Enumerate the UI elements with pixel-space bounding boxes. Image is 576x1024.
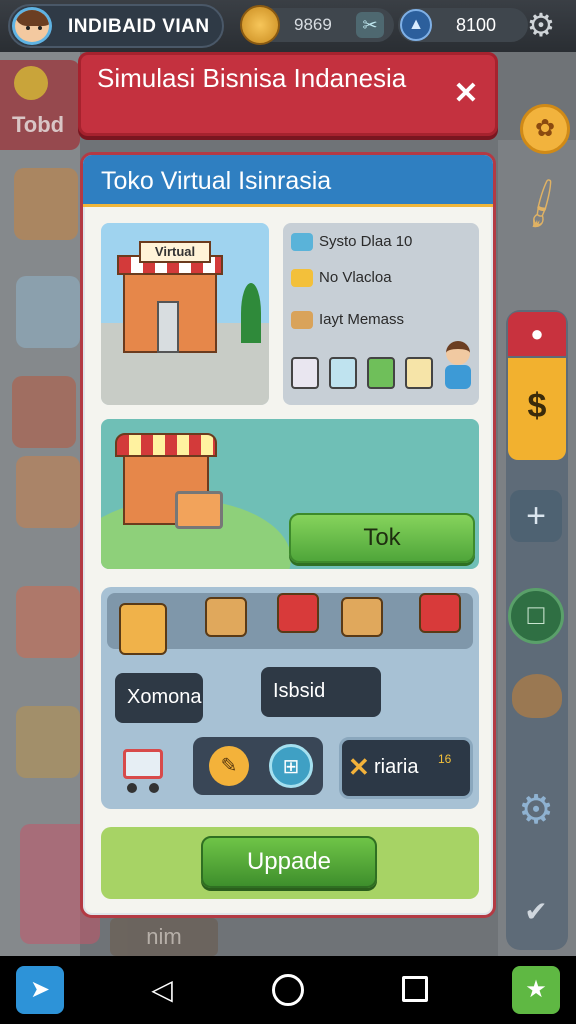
background-crate-icon — [16, 706, 80, 778]
info-row-1-text: Systo Dlaa 10 — [319, 233, 413, 250]
robot-icon[interactable]: ● — [508, 312, 566, 356]
item-field-1[interactable]: Xomona — [115, 673, 203, 723]
reward-count: 16 — [438, 752, 452, 766]
close-icon[interactable]: ✕ — [449, 77, 483, 111]
shop-door — [157, 301, 179, 353]
background-cart-icon — [16, 276, 80, 348]
shop-sign: Virtual — [139, 241, 211, 263]
coin-counter[interactable]: 9869 ✂ — [240, 5, 394, 45]
badge-icon[interactable]: ⊞ — [269, 744, 313, 788]
dialog-title: Simulasi Bisnisa Indanesia — [97, 63, 407, 93]
crate-item-icon[interactable] — [205, 597, 247, 637]
item-field-2[interactable]: Isbsid — [261, 667, 381, 717]
notification-paw-icon[interactable]: ✿ — [520, 104, 570, 154]
promo-awning — [115, 433, 217, 457]
product-box-icon — [291, 357, 319, 389]
store-illustration[interactable]: Virtual — [101, 223, 269, 405]
player-profile[interactable]: INDIBAID VIAN — [8, 4, 224, 48]
tok-button[interactable]: Tok — [289, 513, 475, 563]
back-triangle-icon[interactable]: ◁ — [146, 974, 178, 1006]
panel-title: Toko Virtual Isinrasia — [101, 167, 332, 195]
settings-gear-icon[interactable]: ⚙ — [522, 6, 560, 44]
reward-badge[interactable]: ✕ riaria 16 — [339, 737, 473, 799]
recent-apps-icon[interactable] — [402, 976, 428, 1002]
reward-label: riaria — [374, 756, 419, 778]
gem-icon: ▲ — [400, 9, 432, 41]
product-bottle-icon — [367, 357, 395, 389]
background-bottom-label: nim — [110, 918, 218, 956]
panel-header: Toko Virtual Isinrasia — [83, 155, 493, 207]
home-circle-icon[interactable] — [272, 974, 304, 1006]
player-avatar — [12, 7, 52, 45]
edit-check-icon[interactable]: ✔ — [514, 890, 558, 934]
coin-value: 9869 — [294, 15, 332, 34]
bag-icon[interactable] — [512, 674, 562, 718]
gem-counter[interactable]: ▲ 8100 — [398, 8, 528, 42]
present-item-icon[interactable] — [419, 593, 461, 633]
background-tab-icon — [14, 66, 48, 100]
add-plus-icon[interactable]: + — [510, 490, 562, 542]
gift-item-icon[interactable] — [277, 593, 319, 633]
gem-value: 8100 — [456, 15, 497, 35]
product-pack-icon — [405, 357, 433, 389]
box-icon — [291, 311, 313, 330]
shopkeeper-avatar — [443, 341, 473, 395]
upgrade-bar: Uppade — [101, 827, 479, 899]
background-shop-icon — [16, 456, 80, 528]
shopping-cart-icon[interactable] — [119, 741, 167, 797]
action-group: ✎ ⊞ — [193, 737, 323, 795]
coin-icon — [240, 5, 280, 45]
shopping-cart-icon — [175, 491, 223, 529]
inventory-card: Xomona Isbsid ✎ ⊞ ✕ riaria 16 — [101, 587, 479, 809]
info-row-2: No Vlacloa — [291, 269, 392, 288]
tools-icon[interactable]: ✂ — [356, 12, 384, 38]
kiosk-item-icon[interactable] — [119, 603, 167, 655]
upgrade-button[interactable]: Uppade — [201, 836, 377, 888]
top-hud: INDIBAID VIAN 9869 ✂ ▲ 8100 ⚙ — [0, 0, 576, 52]
hand-icon — [291, 269, 313, 288]
store-info-card[interactable]: Systo Dlaa 10 No Vlacloa Iayt Memass — [283, 223, 479, 405]
system-nav-bar: ➤ ◁ ★ — [0, 956, 576, 1024]
player-name: INDIBAID VIAN — [68, 16, 210, 37]
box-item-icon[interactable] — [341, 597, 383, 637]
background-tab-label: Tobd — [12, 112, 65, 137]
background-market-icon — [16, 586, 80, 658]
battery-icon — [291, 233, 313, 252]
side-gear-icon[interactable]: ⚙ — [510, 784, 562, 836]
info-row-3: Iayt Memass — [291, 311, 405, 330]
app-shortcut-icon[interactable]: ➤ — [16, 966, 64, 1014]
money-dollar-icon[interactable]: $ — [508, 358, 566, 460]
product-jar-icon — [329, 357, 357, 389]
dialog-banner: Simulasi Bisnisa Indanesia ✕ — [78, 52, 498, 136]
info-row-3-text: Iayt Memass — [319, 311, 405, 328]
info-row-2-text: No Vlacloa — [319, 269, 392, 286]
background-house-icon — [14, 168, 78, 240]
close-cross-icon: ✕ — [348, 752, 370, 782]
info-row-1: Systo Dlaa 10 — [291, 233, 413, 252]
game-shortcut-icon[interactable]: ★ — [512, 966, 560, 1014]
store-panel: Toko Virtual Isinrasia Virtual Systo Dla… — [80, 152, 496, 918]
stop-square-icon[interactable]: □ — [508, 588, 564, 644]
wrench-icon[interactable]: ✎ — [209, 746, 249, 786]
palm-tree-icon — [241, 283, 261, 343]
background-sign-icon — [12, 376, 76, 448]
promo-card: Tok — [101, 419, 479, 569]
